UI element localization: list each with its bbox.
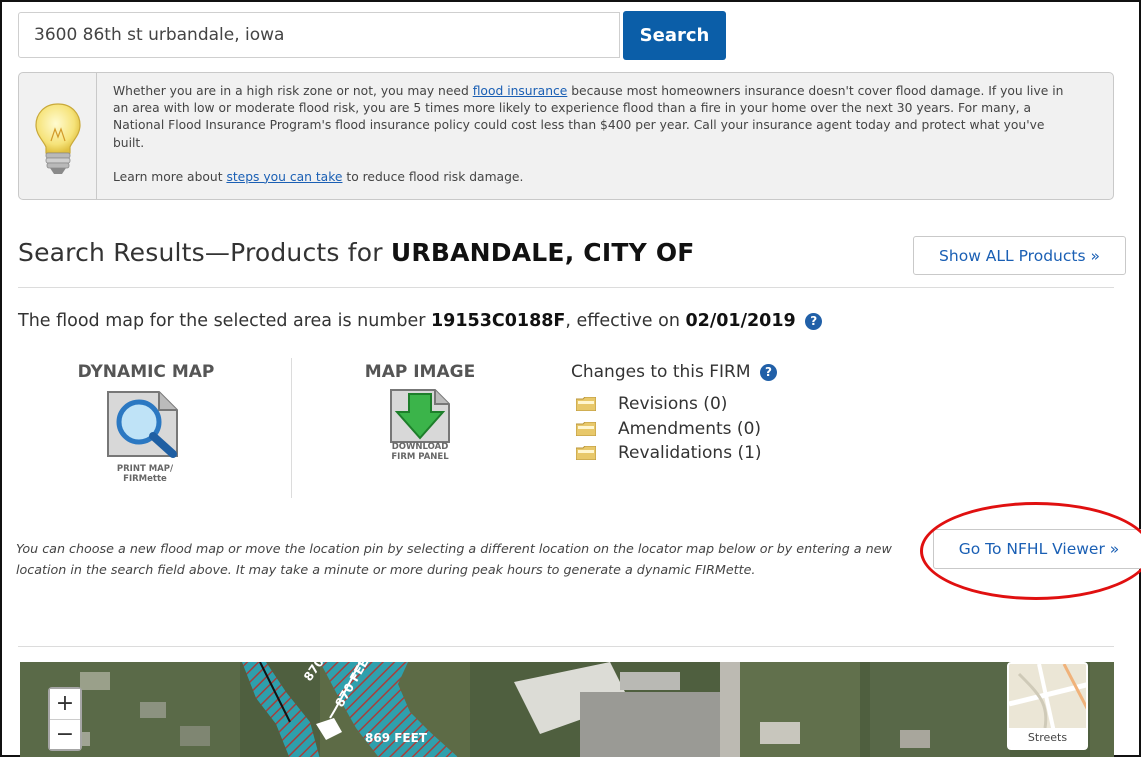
change-item-label: Revalidations (1) — [618, 443, 762, 464]
info-text-segment: Whether you are in a high risk zone or n… — [113, 84, 473, 98]
info-text: Whether you are in a high risk zone or n… — [113, 83, 1073, 186]
map-image-title: MAP IMAGE — [364, 362, 476, 382]
change-item-label: Revisions (0) — [618, 394, 728, 415]
info-paragraph-1: Whether you are in a high risk zone or n… — [113, 83, 1073, 152]
flood-map-info: The flood map for the selected area is n… — [18, 311, 823, 331]
info-paragraph-2: Learn more about steps you can take to r… — [113, 169, 1073, 186]
folder-icon — [576, 397, 596, 412]
search-button[interactable]: Search — [623, 11, 726, 60]
divider — [18, 646, 1114, 647]
go-to-nfhl-viewer-button[interactable]: Go To NFHL Viewer » — [933, 529, 1141, 569]
flood-insurance-info-box: Whether you are in a high risk zone or n… — [18, 72, 1114, 200]
elevation-label: 869 FEET — [365, 731, 428, 745]
zoom-in-button[interactable]: + — [50, 689, 80, 719]
help-icon[interactable]: ? — [805, 312, 823, 330]
changes-title-text: Changes to this FIRM — [571, 362, 751, 382]
flood-map-number: 19153C0188F — [431, 311, 566, 331]
locator-instructions: You can choose a new flood map or move t… — [16, 541, 892, 577]
dynamic-map-title: DYNAMIC MAP — [77, 362, 215, 382]
product-separator — [291, 358, 292, 498]
search-input[interactable] — [18, 12, 620, 58]
caption-line: FIRMette — [123, 473, 167, 484]
heading-prefix: Search Results—Products for — [18, 238, 391, 267]
change-item-revisions[interactable]: Revisions (0) — [576, 392, 762, 417]
change-item-label: Amendments (0) — [618, 418, 762, 439]
download-arrow-icon[interactable] — [385, 386, 455, 446]
changes-list: Revisions (0) Amendments (0) Revalidatio… — [576, 392, 762, 466]
show-all-products-button[interactable]: Show ALL Products » — [913, 236, 1126, 275]
folder-icon — [576, 421, 596, 436]
search-bar: Search — [18, 11, 726, 60]
lightbulb-icon — [35, 103, 81, 174]
folder-icon — [576, 446, 596, 461]
info-icon-column — [19, 73, 97, 199]
locator-map[interactable]: 870 FEET 870 FEET 869 FEET + − Streets — [20, 662, 1114, 757]
flood-insurance-link[interactable]: flood insurance — [473, 84, 568, 98]
zoom-control: + − — [48, 687, 82, 751]
aerial-imagery: 870 FEET 870 FEET 869 FEET — [20, 662, 1114, 757]
change-item-revalidations[interactable]: Revalidations (1) — [576, 441, 762, 466]
effective-date: 02/01/2019 — [685, 311, 796, 331]
flood-map-text: The flood map for the selected area is n… — [18, 311, 431, 331]
info-text-segment: Learn more about — [113, 169, 227, 184]
flood-map-text: , effective on — [565, 311, 686, 331]
community-name: URBANDALE, CITY OF — [390, 238, 695, 267]
divider — [18, 287, 1114, 288]
caption-line: FIRM PANEL — [391, 451, 449, 462]
print-map-caption: PRINT MAP/ FIRMette — [100, 464, 190, 484]
change-item-amendments[interactable]: Amendments (0) — [576, 417, 762, 442]
print-map-magnifier-icon[interactable] — [105, 388, 185, 460]
basemap-toggle[interactable]: Streets — [1007, 662, 1088, 750]
info-text-segment: to reduce flood risk damage. — [342, 169, 524, 184]
download-firm-panel-caption: DOWNLOAD FIRM PANEL — [375, 442, 465, 462]
zoom-out-button[interactable]: − — [50, 719, 80, 749]
changes-title: Changes to this FIRM ? — [571, 362, 777, 382]
basemap-label: Streets — [1009, 728, 1086, 748]
help-icon[interactable]: ? — [759, 363, 777, 381]
page-title: Search Results—Products for URBANDALE, C… — [18, 238, 695, 267]
street-map-thumbnail — [1009, 664, 1086, 733]
steps-you-can-take-link[interactable]: steps you can take — [226, 170, 342, 184]
